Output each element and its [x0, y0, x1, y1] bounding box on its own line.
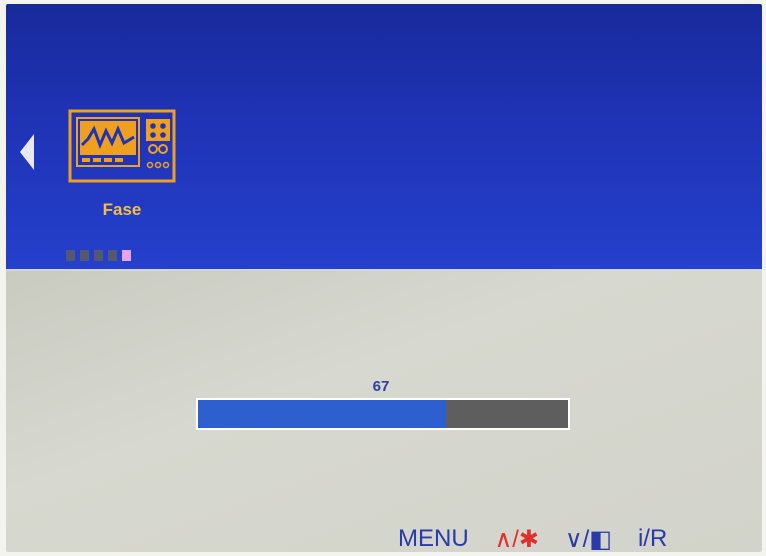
info-hint: i/R: [637, 525, 668, 552]
slider-fill: [198, 400, 446, 428]
up-hint: ∧/✱: [494, 525, 540, 553]
slider-value: 67: [372, 378, 390, 395]
left-arrow-icon[interactable]: [20, 134, 34, 170]
osd-screen: Fase 67 MENU ∧/✱ ∨/◧ i/R: [6, 4, 762, 552]
page-dot-active: [122, 250, 131, 261]
page-dot: [66, 250, 75, 261]
page-dot: [108, 250, 117, 261]
phase-slider[interactable]: [196, 398, 570, 430]
down-hint: ∨/◧: [565, 525, 612, 553]
menu-panel: Fase: [6, 4, 762, 269]
menu-hint: MENU: [398, 525, 469, 552]
oscilloscope-icon[interactable]: [68, 109, 176, 183]
page-dot: [80, 250, 89, 261]
button-hints: MENU ∧/✱ ∨/◧ i/R: [398, 524, 667, 552]
page-dot: [94, 250, 103, 261]
page-indicator: [66, 250, 131, 261]
menu-item-label: Fase: [102, 200, 142, 219]
